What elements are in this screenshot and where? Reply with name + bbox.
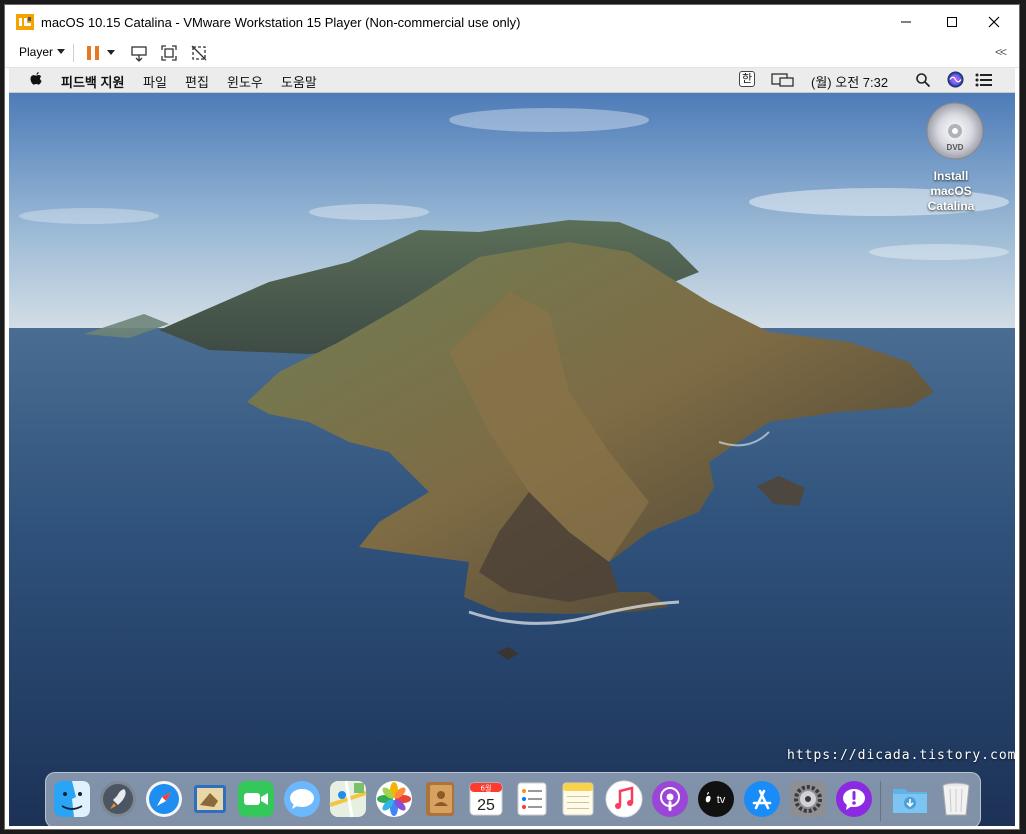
podcasts-icon — [652, 781, 688, 817]
dock-separator — [880, 781, 881, 821]
messages-icon — [284, 781, 320, 817]
input-source-menu[interactable]: 한 — [739, 71, 755, 87]
dock-item-safari[interactable] — [144, 779, 184, 819]
pause-icon — [87, 46, 99, 60]
chevron-down-icon — [57, 49, 66, 54]
vmware-icon — [16, 14, 34, 30]
dock-item-mail[interactable] — [190, 779, 230, 819]
app-store-icon — [744, 781, 780, 817]
contacts-icon — [426, 782, 454, 816]
menu-help[interactable]: 도움말 — [281, 72, 317, 91]
dock-item-reminders[interactable] — [512, 779, 552, 819]
close-icon — [988, 16, 1000, 28]
dock-item-contacts[interactable] — [420, 779, 460, 819]
macos-menu-bar: 피드백 지원 파일 편집 윈도우 도움말 한 (월) 오전 7:32 — [9, 68, 1015, 93]
calendar-day: 25 — [477, 797, 495, 814]
watermark-text: https://dicada.tistory.com — [787, 748, 1015, 763]
launchpad-icon — [100, 781, 136, 817]
music-icon — [605, 780, 643, 818]
display-mirroring-icon — [771, 73, 794, 87]
dock-item-messages[interactable] — [282, 779, 322, 819]
app-name-menu[interactable]: 피드백 지원 — [61, 72, 124, 91]
menu-file[interactable]: 파일 — [143, 72, 167, 91]
tv-label: tv — [717, 794, 726, 806]
player-menu-button[interactable]: Player — [19, 45, 66, 59]
downloads-folder-icon — [893, 789, 927, 813]
minimize-button[interactable] — [883, 9, 929, 35]
apple-menu[interactable] — [29, 71, 43, 90]
dock-item-system-preferences[interactable] — [788, 779, 828, 819]
reminders-icon — [517, 782, 547, 816]
system-preferences-icon — [790, 781, 826, 817]
search-icon — [916, 73, 931, 88]
dock-item-downloads[interactable] — [890, 779, 930, 819]
apple-icon — [30, 72, 42, 85]
notes-icon — [562, 782, 594, 816]
notification-center-icon — [975, 73, 992, 87]
photos-icon — [376, 781, 412, 817]
pause-dropdown-button[interactable] — [105, 43, 117, 63]
airplay-menu[interactable] — [771, 72, 795, 91]
send-ctrl-alt-del-button[interactable] — [129, 43, 149, 63]
collapse-toolbar-button[interactable]: << — [995, 45, 1007, 59]
dock: 6월 25 tv — [45, 772, 981, 826]
dvd-label: Install macOS Catalina — [927, 169, 975, 213]
menu-bar-clock[interactable]: (월) 오전 7:32 — [811, 72, 888, 91]
siri-icon — [947, 71, 964, 88]
calendar-icon: 6월 25 — [469, 782, 503, 816]
dock-item-calendar[interactable]: 6월 25 — [466, 779, 506, 819]
mail-icon — [194, 785, 226, 813]
close-button[interactable] — [971, 9, 1017, 35]
dock-item-feedback-assistant[interactable] — [834, 779, 874, 819]
dvd-icon: DVD — [926, 102, 983, 160]
vm-screen[interactable]: 피드백 지원 파일 편집 윈도우 도움말 한 (월) 오전 7:32 DVD I… — [9, 68, 1015, 826]
title-bar[interactable]: macOS 10.15 Catalina - VMware Workstatio… — [5, 5, 1019, 39]
spotlight-button[interactable] — [915, 72, 931, 91]
dock-item-maps[interactable] — [328, 779, 368, 819]
safari-icon — [146, 781, 182, 817]
dock-item-tv[interactable]: tv — [696, 779, 736, 819]
dock-item-music[interactable] — [604, 779, 644, 819]
maximize-button[interactable] — [929, 9, 975, 35]
vmware-toolbar: Player << — [5, 39, 1019, 68]
fullscreen-button[interactable] — [159, 43, 179, 63]
calendar-month: 6월 — [481, 784, 492, 793]
desktop[interactable]: DVD Install macOS Catalina https://dicad… — [9, 92, 1015, 826]
chevron-down-icon — [107, 50, 115, 55]
menu-edit[interactable]: 편집 — [185, 72, 209, 91]
maximize-icon — [947, 17, 957, 27]
trash-icon — [942, 782, 970, 816]
window-title: macOS 10.15 Catalina - VMware Workstatio… — [41, 15, 521, 30]
install-macos-catalina-disc[interactable]: DVD Install macOS Catalina — [915, 102, 987, 214]
facetime-icon — [238, 781, 274, 817]
menu-window[interactable]: 윈도우 — [227, 72, 263, 91]
tv-icon: tv — [698, 781, 734, 817]
dock-item-launchpad[interactable] — [98, 779, 138, 819]
fullscreen-icon — [161, 45, 177, 61]
vmware-window: macOS 10.15 Catalina - VMware Workstatio… — [4, 4, 1020, 830]
dock-item-finder[interactable] — [52, 779, 92, 819]
toolbar-divider — [73, 44, 74, 62]
dock-item-podcasts[interactable] — [650, 779, 690, 819]
siri-button[interactable] — [947, 71, 964, 91]
svg-text:DVD: DVD — [946, 143, 963, 152]
catalina-wallpaper — [9, 92, 1015, 826]
dock-item-app-store[interactable] — [742, 779, 782, 819]
dock-item-notes[interactable] — [558, 779, 598, 819]
minimize-icon — [901, 21, 911, 23]
notification-center-button[interactable] — [975, 73, 993, 90]
dock-item-photos[interactable] — [374, 779, 414, 819]
pause-button[interactable] — [83, 43, 103, 63]
unity-icon — [191, 45, 207, 61]
feedback-assistant-icon — [836, 781, 872, 817]
unity-button[interactable] — [189, 43, 209, 63]
maps-icon — [329, 780, 367, 818]
send-ctrl-alt-del-icon — [131, 46, 147, 62]
dock-item-trash[interactable] — [936, 779, 976, 819]
player-label: Player — [19, 45, 54, 59]
dock-item-facetime[interactable] — [236, 779, 276, 819]
finder-icon — [54, 781, 90, 817]
